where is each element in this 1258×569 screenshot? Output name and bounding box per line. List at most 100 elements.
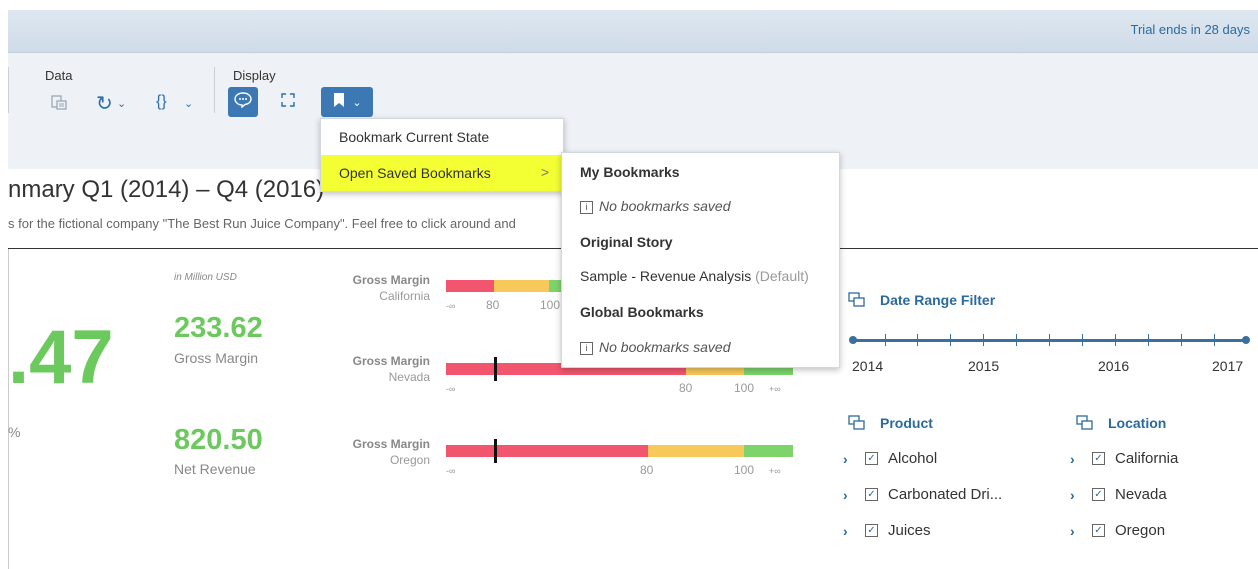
data-group-label: Data [45,68,73,83]
tick-label: 80 [486,298,500,312]
filter-item-location[interactable]: › ✓ Oregon [1070,522,1165,539]
bullet-title: Gross Margin [352,354,430,368]
bar-segment-red [446,280,494,292]
toolbar-separator [214,67,215,113]
menu-item-open-saved-bookmarks[interactable]: Open Saved Bookmarks > [321,155,563,191]
tick-label: 80 [640,463,654,477]
shell-bar: Trial ends in 28 days [8,10,1258,53]
bullet-marker [494,439,497,463]
fullscreen-icon[interactable] [280,92,296,113]
product-filter-title: Product [880,415,933,431]
info-icon: i [580,201,593,214]
location-filter-title: Location [1108,415,1167,431]
panel-edge [8,249,9,569]
slider-tick [950,334,951,346]
section-header-global-bookmarks: Global Bookmarks [580,304,704,320]
saved-bookmarks-submenu: My Bookmarks i No bookmarks saved Origina… [561,152,840,368]
menu-item-bookmark-current-state[interactable]: Bookmark Current State [321,119,563,155]
tick-label: 100 [734,381,755,395]
filter-icon [1076,415,1093,435]
default-tag: (Default) [755,268,809,284]
chevron-down-icon[interactable]: ⌄ [117,97,126,110]
filter-item-location[interactable]: › ✓ Nevada [1070,486,1167,503]
tick-label: 80 [679,381,693,395]
chevron-right-icon[interactable]: › [843,523,865,539]
trial-notice[interactable]: Trial ends in 28 days [1131,22,1250,37]
bullet-region: Oregon [389,453,430,467]
refresh-icon[interactable]: ↻ [96,91,113,116]
chevron-right-icon[interactable]: › [1070,487,1092,503]
bookmark-icon [332,92,346,113]
bar-segment-yellow [648,445,744,457]
filter-item-label: Oregon [1115,522,1166,539]
tick-label: +∞ [769,384,781,394]
menu-item-label: Open Saved Bookmarks [339,165,491,181]
chevron-right-icon[interactable]: › [843,451,865,467]
filter-item-location[interactable]: › ✓ California [1070,450,1178,467]
net-revenue-value: 820.50 [174,424,263,456]
date-range-filter-title: Date Range Filter [880,292,996,308]
slider-tick [1214,334,1215,346]
date-slider-track[interactable] [852,339,1248,342]
comment-button[interactable] [228,87,258,117]
slider-tick [1049,334,1050,346]
chevron-right-icon[interactable]: › [1070,451,1092,467]
checkbox[interactable]: ✓ [865,488,878,501]
slider-tick [885,334,886,346]
gross-margin-label: Gross Margin [174,350,259,366]
filter-item-product[interactable]: › ✓ Carbonated Dri... [843,486,1002,503]
filter-item-label: California [1115,450,1179,467]
bar-segment-yellow [494,280,549,292]
bullet-marker [494,357,497,381]
year-label: 2014 [852,358,884,374]
section-header-my-bookmarks: My Bookmarks [580,164,680,180]
checkbox[interactable]: ✓ [865,524,878,537]
bullet-title: Gross Margin [352,273,430,287]
checkbox[interactable]: ✓ [1092,452,1105,465]
slider-tick [1181,334,1182,346]
slider-tick [1148,334,1149,346]
tick-label: 100 [734,463,755,477]
net-revenue-label: Net Revenue [174,461,256,477]
filter-item-product[interactable]: › ✓ Juices [843,522,931,539]
checkbox[interactable]: ✓ [865,452,878,465]
bullet-title: Gross Margin [352,437,430,451]
bar-segment-red [446,445,648,457]
chevron-right-icon: > [540,164,549,180]
section-header-original-story: Original Story [580,234,673,250]
checkbox[interactable]: ✓ [1092,524,1105,537]
kpi-percent-fragment: % [8,424,21,440]
chevron-right-icon[interactable]: › [1070,523,1092,539]
tick-label: 100 [540,298,561,312]
display-group-label: Display [233,68,276,83]
tick-label: -∞ [446,466,456,476]
filter-item-product[interactable]: › ✓ Alcohol [843,450,937,467]
formula-icon[interactable]: {} [156,93,167,111]
year-label: 2017 [1212,358,1244,374]
empty-message: i No bookmarks saved [580,198,731,214]
bullet-region: California [379,289,430,303]
chevron-right-icon[interactable]: › [843,487,865,503]
slider-handle-start[interactable] [849,336,857,344]
unit-label: in Million USD [174,272,237,283]
bookmark-menu: Bookmark Current State Open Saved Bookma… [320,118,564,192]
checkbox[interactable]: ✓ [1092,488,1105,501]
bullet-bar [446,445,793,457]
gross-margin-value: 233.62 [174,312,263,344]
slider-handle-end[interactable] [1242,336,1250,344]
slider-tick [1016,334,1017,346]
chevron-down-icon: ⌄ [352,96,362,109]
bullet-region: Nevada [388,370,430,384]
empty-message: i No bookmarks saved [580,339,731,355]
chevron-down-icon[interactable]: ⌄ [184,97,193,110]
year-label: 2015 [968,358,1000,374]
tick-label: +∞ [769,466,781,476]
slider-tick [1082,334,1083,346]
bookmark-button[interactable]: ⌄ [321,87,373,117]
menu-item-sample-revenue-analysis[interactable]: Sample - Revenue Analysis (Default) [580,268,809,284]
story-subtitle: s for the fictional company "The Best Ru… [8,216,516,231]
bar-segment-green [549,280,561,292]
data-source-icon[interactable] [50,93,68,116]
menu-item-label: Bookmark Current State [339,129,490,145]
filter-icon [848,292,865,312]
